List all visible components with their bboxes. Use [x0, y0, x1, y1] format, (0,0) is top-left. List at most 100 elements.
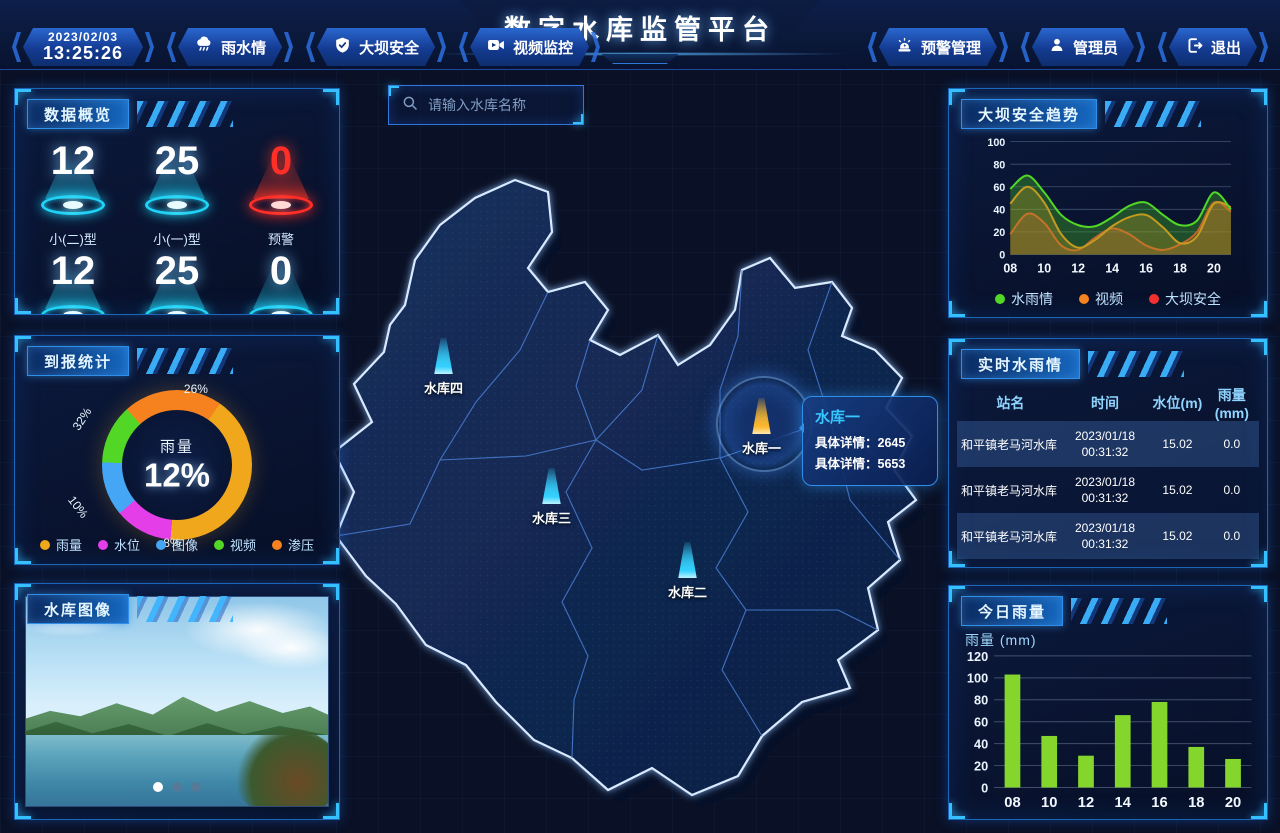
legend-item[interactable]: 水雨情 — [995, 289, 1053, 309]
search-input[interactable] — [428, 97, 609, 113]
legend-item[interactable]: 图像 — [155, 535, 198, 554]
panel-title: 实时水雨情 — [961, 349, 1185, 379]
nav-video-monitor[interactable]: 视频监控 — [459, 28, 600, 66]
svg-text:14: 14 — [1115, 795, 1132, 811]
donut-center-value: 12% — [143, 456, 211, 494]
corner-decoration — [15, 803, 31, 819]
stripe-decoration — [137, 596, 234, 622]
report-donut-chart: 雨量 12% 26% 32% 10% 8% — [62, 382, 292, 550]
stripe-decoration — [137, 348, 234, 374]
corner-decoration — [15, 298, 31, 314]
time-cell: 2023/01/1800:31:32 — [1074, 428, 1135, 459]
legend-item[interactable]: 大坝安全 — [1149, 289, 1221, 309]
corner-decoration — [15, 584, 31, 600]
overview-stat: 0 预警 — [229, 141, 333, 251]
map-marker-reservoir-4[interactable]: 水库四 — [424, 338, 463, 397]
chevron-left-icon — [459, 32, 469, 62]
donut-callout: 10% — [65, 493, 91, 521]
corner-decoration — [1251, 301, 1267, 317]
map-tooltip: 水库一 具体详情：2645 具体详情：5653 — [799, 396, 938, 486]
station-cell: 和平镇老马河水库 — [961, 529, 1058, 544]
svg-text:40: 40 — [993, 204, 1005, 216]
panel-realtime-water-rain: 实时水雨情 站名 时间 水位(m) 雨量(mm) 和平镇老马河水库 2023/01/18 0… — [948, 338, 1268, 568]
donut-callout: 32% — [69, 405, 95, 433]
corner-decoration — [323, 89, 339, 105]
legend-item[interactable]: 雨量 — [39, 535, 82, 554]
chevron-right-icon — [1259, 32, 1268, 62]
legend-label: 图像 — [171, 538, 198, 553]
nav-rain-water[interactable]: 雨水情 — [167, 28, 293, 66]
nav-logout[interactable]: 退出 — [1157, 28, 1268, 66]
nav-alert-management[interactable]: 预警管理 — [867, 28, 1008, 66]
panel-title: 大坝安全趋势 — [961, 99, 1202, 129]
date-text: 2023/02/03 — [48, 29, 119, 44]
svg-text:100: 100 — [987, 137, 1005, 149]
legend-item[interactable]: 视频 — [214, 535, 256, 554]
corner-decoration — [949, 89, 965, 105]
svg-text:40: 40 — [974, 737, 988, 752]
realtime-table: 站名 时间 水位(m) 雨量(mm) 和平镇老马河水库 2023/01/18 00:31:3… — [957, 385, 1259, 567]
map-marker-reservoir-2[interactable]: 水库二 — [668, 542, 707, 601]
svg-text:14: 14 — [1105, 262, 1119, 276]
rain-cell: 0.0 — [1223, 529, 1241, 543]
stat-label: 预警 — [267, 232, 294, 247]
tooltip-line: 具体详情：2645 — [815, 436, 906, 450]
level-cell: 15.02 — [1162, 437, 1193, 451]
svg-text:08: 08 — [1004, 795, 1020, 811]
nav-label: 管理员 — [1072, 39, 1118, 57]
map-marker-reservoir-3[interactable]: 水库三 — [532, 468, 571, 527]
carousel-dot[interactable] — [153, 782, 163, 792]
chevron-right-icon — [1136, 32, 1145, 62]
panel-report-stats: 到报统计 雨量 12% 26% 32% 10% 8% 雨量 水位 图像 视频 渗压 — [14, 335, 340, 565]
search-icon — [401, 94, 419, 117]
svg-text:18: 18 — [1188, 795, 1204, 811]
overview-stat: 25 小(一)型 — [125, 141, 229, 251]
carousel-dot[interactable] — [172, 782, 182, 792]
pedestal-ring-icon — [248, 195, 313, 215]
panel-title: 水库图像 — [27, 594, 234, 624]
svg-text:100: 100 — [967, 671, 988, 686]
legend-label: 雨量 — [55, 538, 82, 553]
corner-decoration — [323, 298, 339, 314]
rain-axis-label: 雨量 (mm) — [965, 632, 1037, 648]
video-icon — [486, 35, 506, 59]
reservoir-dashboard: 数字水库监管平台 2023/02/03 13:25:26 雨水情 大坝安全 视频… — [0, 0, 1280, 833]
svg-text:0: 0 — [981, 780, 988, 795]
stat-value: 12 — [50, 139, 96, 183]
legend-item[interactable]: 渗压 — [272, 535, 314, 554]
station-cell: 和平镇老马河水库 — [961, 483, 1058, 498]
corner-decoration — [323, 584, 339, 600]
legend-label: 水位 — [113, 538, 140, 553]
map-marker-reservoir-1[interactable]: 水库一 — [742, 398, 781, 457]
time-text: 13:25:26 — [43, 42, 124, 63]
beacon-icon — [434, 338, 453, 374]
corner-decoration — [1251, 89, 1267, 105]
marker-label: 水库四 — [424, 381, 464, 396]
legend-dot-icon — [1149, 294, 1159, 304]
svg-text:20: 20 — [1207, 262, 1221, 276]
nav-admin-user[interactable]: 管理员 — [1020, 28, 1145, 66]
province-map[interactable]: 水库四 水库三 水库二 水库一 水库一 具体详情：2645 具体详情：5653 — [290, 140, 950, 830]
panel-data-overview: 数据概览 12 小(二)型 25 小(一)型 0 预警 12水雨情25视频监控0大坝安全监控 — [14, 88, 340, 315]
table-row: 和平镇老马河水库 2023/01/1800:31:32 15.02 0.0 — [957, 513, 1259, 559]
panel-reservoir-image: 水库图像 — [14, 583, 340, 820]
legend-item[interactable]: 视频 — [1079, 289, 1123, 309]
corner-decoration — [323, 803, 339, 819]
panel-title-text: 水库图像 — [27, 594, 130, 624]
nav-dam-safety[interactable]: 大坝安全 — [306, 28, 446, 66]
marker-label: 水库二 — [668, 585, 708, 600]
pedestal-ring-icon — [144, 195, 209, 215]
legend-item[interactable]: 水位 — [97, 535, 140, 554]
nav-label: 雨水情 — [221, 39, 267, 57]
time-cell: 2023/01/1800:31:32 — [1074, 520, 1135, 551]
tooltip-line: 具体详情：5653 — [815, 457, 906, 472]
stat-value: 25 — [154, 249, 200, 293]
svg-text:18: 18 — [1173, 262, 1187, 276]
beacon-icon — [678, 542, 697, 578]
svg-text:80: 80 — [974, 693, 988, 708]
corner-decoration — [949, 339, 965, 355]
svg-text:0: 0 — [999, 250, 1005, 262]
cloud-rain-icon — [194, 35, 214, 59]
stripe-decoration — [1071, 598, 1168, 624]
carousel-dot[interactable] — [191, 782, 201, 792]
